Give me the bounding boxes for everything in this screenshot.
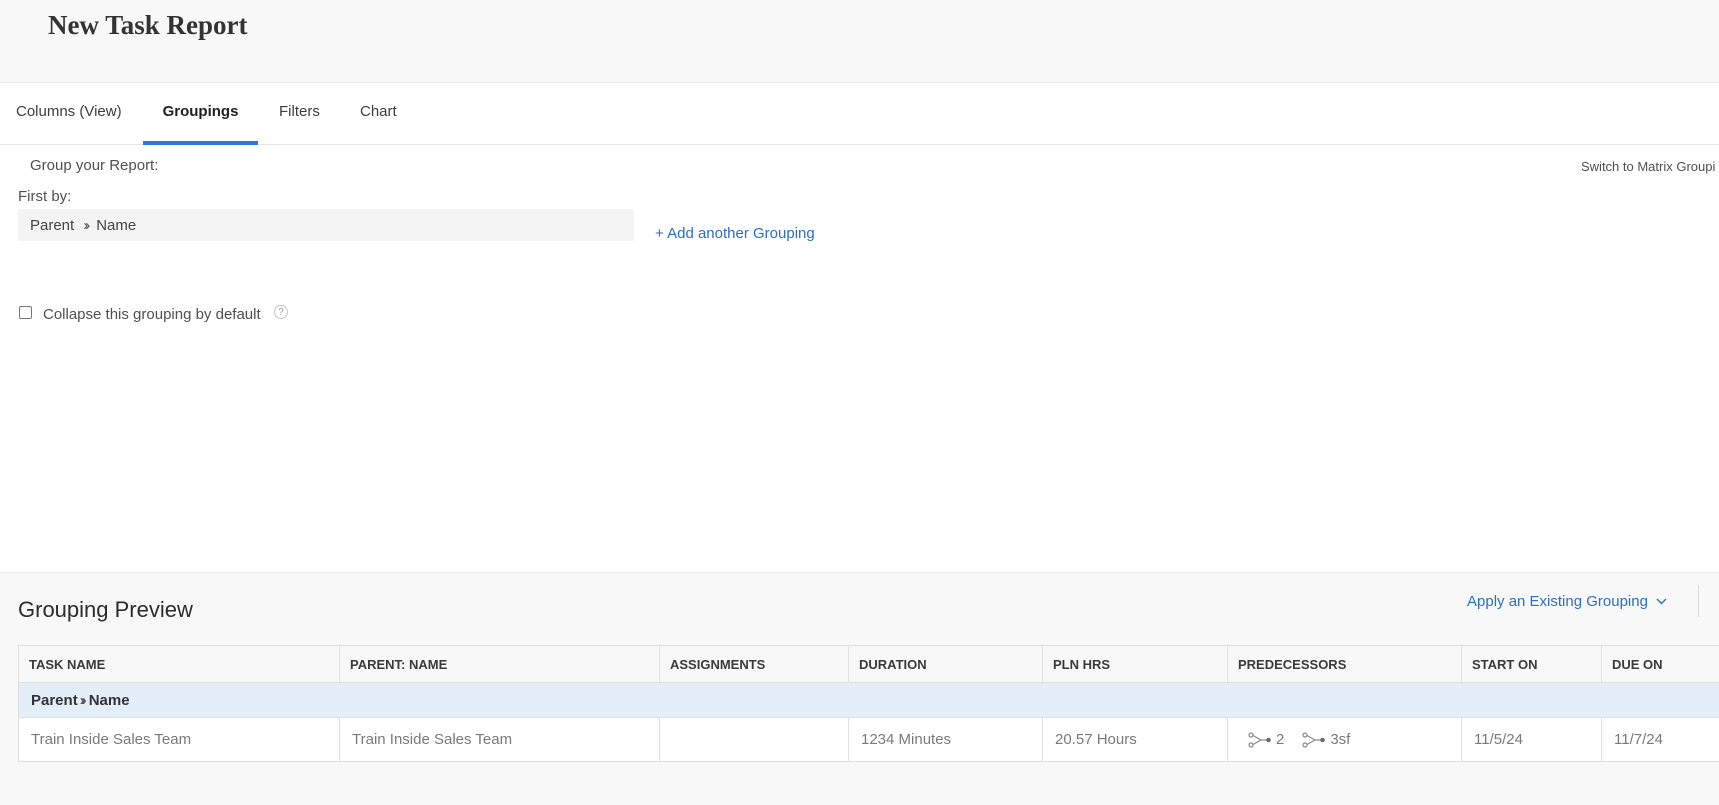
- column-header-due-on[interactable]: DUE ON: [1601, 646, 1719, 682]
- grouping-field-name: Name: [96, 216, 137, 234]
- collapse-grouping-label: Collapse this grouping by default: [43, 306, 261, 323]
- tab-bar: Columns (View) Groupings Filters Chart: [0, 83, 1719, 145]
- chevron-double-right-icon: ››: [83, 216, 90, 234]
- chevron-double-right-icon: ››: [79, 692, 87, 709]
- cell-start-on[interactable]: 11/5/24: [1461, 718, 1601, 761]
- table-header: TASK NAME PARENT: NAME ASSIGNMENTS DURAT…: [19, 645, 1719, 683]
- column-header-task-name[interactable]: TASK NAME: [19, 646, 339, 682]
- group-row-name: Name: [88, 692, 130, 709]
- table-row[interactable]: Train Inside Sales Team Train Inside Sal…: [19, 718, 1719, 762]
- apply-existing-grouping-dropdown[interactable]: Apply an Existing Grouping: [1467, 593, 1667, 610]
- column-header-pln-hrs[interactable]: PLN HRS: [1042, 646, 1227, 682]
- page-title: New Task Report: [48, 10, 248, 40]
- predecessor-value: 2: [1276, 731, 1285, 748]
- apply-existing-grouping-label: Apply an Existing Grouping: [1467, 593, 1648, 610]
- predecessor-item[interactable]: 2: [1248, 731, 1284, 748]
- grouping-field-parent: Parent: [30, 216, 75, 234]
- tab-chart[interactable]: Chart: [360, 83, 397, 144]
- grouping-preview-panel: Grouping Preview Apply an Existing Group…: [0, 572, 1719, 805]
- preview-table: TASK NAME PARENT: NAME ASSIGNMENTS DURAT…: [18, 645, 1719, 762]
- predecessor-icon: [1302, 731, 1326, 748]
- add-another-grouping-link[interactable]: + Add another Grouping: [655, 225, 815, 242]
- cell-due-on[interactable]: 11/7/24: [1601, 718, 1719, 761]
- cell-task-name[interactable]: Train Inside Sales Team: [19, 718, 339, 761]
- column-header-assignments[interactable]: ASSIGNMENTS: [659, 646, 848, 682]
- column-header-start-on[interactable]: START ON: [1461, 646, 1601, 682]
- column-header-parent-name[interactable]: PARENT: NAME: [339, 646, 659, 682]
- divider: [1698, 585, 1699, 617]
- tab-columns-view[interactable]: Columns (View): [16, 83, 122, 144]
- cell-duration[interactable]: 1234 Minutes: [848, 718, 1042, 761]
- collapse-grouping-checkbox[interactable]: [19, 306, 32, 319]
- tab-filters[interactable]: Filters: [279, 83, 320, 144]
- predecessor-icon: [1248, 731, 1271, 748]
- group-report-heading: Group your Report:: [30, 157, 159, 174]
- cell-pln-hrs[interactable]: 20.57 Hours: [1042, 718, 1227, 761]
- help-icon[interactable]: ?: [274, 305, 288, 319]
- column-header-duration[interactable]: DURATION: [848, 646, 1042, 682]
- chevron-down-icon: [1656, 598, 1667, 605]
- cell-predecessors[interactable]: 2 3sf: [1227, 718, 1461, 761]
- group-row-label: Parent ›› Name: [31, 683, 130, 718]
- tab-groupings[interactable]: Groupings: [143, 83, 258, 145]
- column-header-predecessors[interactable]: PREDECESSORS: [1227, 646, 1461, 682]
- group-row-parent: Parent: [31, 692, 78, 709]
- predecessor-item[interactable]: 3sf: [1302, 731, 1350, 748]
- first-grouping-field[interactable]: Parent ›› Name: [18, 209, 634, 241]
- cell-assignments[interactable]: [659, 718, 848, 761]
- switch-matrix-grouping-link[interactable]: Switch to Matrix Groupi: [1581, 159, 1715, 174]
- page-header: New Task Report: [0, 0, 1719, 83]
- group-row[interactable]: Parent ›› Name: [19, 683, 1719, 718]
- first-by-label: First by:: [18, 188, 72, 205]
- grouping-preview-title: Grouping Preview: [18, 597, 193, 622]
- cell-parent-name[interactable]: Train Inside Sales Team: [339, 718, 659, 761]
- predecessor-value: 3sf: [1330, 731, 1351, 748]
